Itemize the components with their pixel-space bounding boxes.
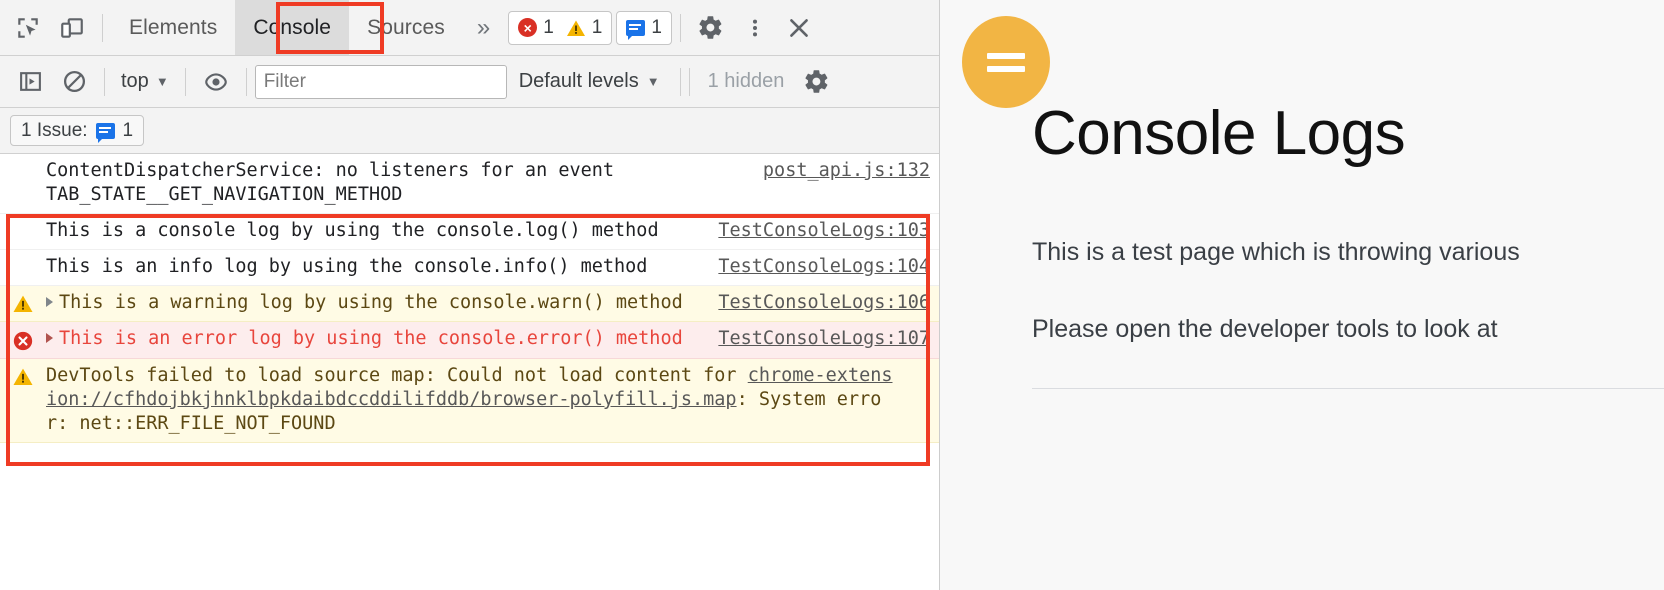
tab-elements[interactable]: Elements: [111, 0, 235, 55]
inspect-element-icon[interactable]: [6, 6, 50, 50]
warning-triangle-icon: [566, 19, 586, 37]
console-message-row[interactable]: This is a console log by using the conso…: [0, 214, 939, 250]
message-text: This is a warning log by using the conso…: [59, 292, 683, 313]
toolbar-divider: [102, 13, 103, 42]
issue-count-label: 1: [651, 16, 662, 38]
console-message-row[interactable]: This is a warning log by using the conso…: [0, 286, 939, 322]
message-body: This is an error log by using the consol…: [46, 327, 718, 351]
more-tabs-icon[interactable]: »: [463, 0, 504, 55]
execution-context-value: top: [121, 70, 149, 92]
message-text: This is an error log by using the consol…: [59, 328, 683, 349]
message-source-link[interactable]: TestConsoleLogs:106: [718, 291, 939, 315]
log-levels-label: Default levels: [518, 70, 639, 92]
filterbar-divider-1: [104, 67, 105, 96]
filterbar-divider-3: [245, 67, 247, 96]
filter-input[interactable]: [254, 64, 507, 99]
devtools-main-toolbar: Elements Console Sources » × 1 1 1: [0, 0, 939, 56]
web-page-pane: Console Logs This is a test page which i…: [940, 0, 1664, 590]
message-gutter: [0, 327, 46, 352]
live-expression-icon[interactable]: [194, 60, 238, 104]
devtools-panel: Elements Console Sources » × 1 1 1 top ▼…: [0, 0, 940, 590]
message-source-link[interactable]: post_api.js:132: [763, 159, 939, 183]
issues-chip-count: 1: [122, 119, 134, 141]
hidden-messages-label: 1 hidden: [707, 70, 785, 92]
screen-root: Elements Console Sources » × 1 1 1 top ▼…: [0, 0, 1664, 590]
filterbar-divider-2: [184, 67, 186, 96]
error-circle-icon: ×: [518, 18, 538, 37]
console-filter-toolbar: top ▼ Default levels ▼ 1 hidden: [0, 56, 939, 108]
tab-console[interactable]: Console: [235, 0, 350, 55]
devtools-panel-tabs: Elements Console Sources: [111, 0, 463, 55]
message-gutter: [0, 364, 46, 386]
error-warning-counter[interactable]: × 1 1: [508, 10, 613, 45]
hamburger-bar: [987, 52, 1025, 59]
disclosure-triangle-icon[interactable]: [46, 333, 53, 343]
clear-console-icon[interactable]: [52, 60, 96, 104]
hamburger-bar: [987, 65, 1025, 72]
disclosure-triangle-icon[interactable]: [46, 297, 53, 307]
issues-chip-label: 1 Issue:: [21, 119, 88, 141]
chevron-down-icon: ▼: [646, 74, 660, 89]
console-message-row[interactable]: ContentDispatcherService: no listeners f…: [0, 154, 939, 214]
issues-counter[interactable]: 1: [616, 10, 672, 45]
message-gutter: [0, 291, 46, 313]
error-counter[interactable]: × 1: [518, 17, 554, 39]
message-gutter: [0, 255, 46, 258]
chevron-down-icon: ▼: [155, 74, 169, 89]
close-icon[interactable]: [777, 6, 821, 50]
log-levels-selector[interactable]: Default levels ▼: [507, 70, 672, 93]
message-text: This is an info log by using the console…: [46, 256, 648, 277]
error-circle-icon: [12, 330, 34, 352]
filterbar-divider-5: [688, 67, 690, 96]
toolbar-divider-2: [679, 13, 681, 42]
issues-chip-button[interactable]: 1 Issue: 1: [10, 115, 145, 146]
message-gutter: [0, 159, 46, 162]
warning-count-label: 1: [591, 16, 603, 38]
hamburger-menu-icon[interactable]: [962, 16, 1050, 108]
message-text: ContentDispatcherService: no listeners f…: [46, 160, 615, 205]
warning-triangle-icon: [12, 367, 34, 386]
horizontal-divider: [1032, 388, 1664, 389]
show-console-sidebar-icon[interactable]: [8, 60, 52, 104]
execution-context-selector[interactable]: top ▼: [113, 70, 177, 93]
message-body: This is a warning log by using the conso…: [46, 291, 718, 315]
issue-speech-bubble-icon: [95, 122, 115, 143]
page-title: Console Logs: [1032, 99, 1406, 168]
message-source-link[interactable]: TestConsoleLogs:104: [718, 255, 939, 279]
issue-counter-inner: 1: [626, 16, 662, 40]
warning-counter[interactable]: 1: [566, 16, 603, 39]
console-message-row[interactable]: This is an error log by using the consol…: [0, 322, 939, 359]
issues-bar: 1 Issue: 1: [0, 108, 939, 154]
issue-speech-bubble-icon: [626, 19, 646, 40]
message-source-link[interactable]: TestConsoleLogs:103: [718, 219, 939, 243]
message-source-link[interactable]: TestConsoleLogs:107: [718, 327, 939, 351]
message-text: This is a console log by using the conso…: [46, 220, 659, 241]
filterbar-divider-4: [679, 67, 681, 96]
message-body: DevTools failed to load source map: Coul…: [46, 364, 939, 436]
console-message-row[interactable]: This is an info log by using the console…: [0, 250, 939, 286]
message-gutter: [0, 219, 46, 222]
gear-icon[interactable]: [794, 60, 838, 104]
page-paragraph-1: This is a test page which is throwing va…: [1032, 238, 1520, 266]
tab-sources[interactable]: Sources: [349, 0, 463, 55]
warning-triangle-icon: [12, 294, 34, 313]
console-message-list[interactable]: ContentDispatcherService: no listeners f…: [0, 154, 939, 590]
device-toolbar-icon[interactable]: [50, 6, 94, 50]
page-paragraph-2: Please open the developer tools to look …: [1032, 315, 1498, 343]
error-count-label: 1: [543, 16, 554, 38]
console-message-row[interactable]: DevTools failed to load source map: Coul…: [0, 359, 939, 443]
message-text-part: DevTools failed to load source map: Coul…: [46, 365, 748, 386]
three-dots-vertical-icon[interactable]: [733, 6, 777, 50]
gear-icon[interactable]: [689, 6, 733, 50]
